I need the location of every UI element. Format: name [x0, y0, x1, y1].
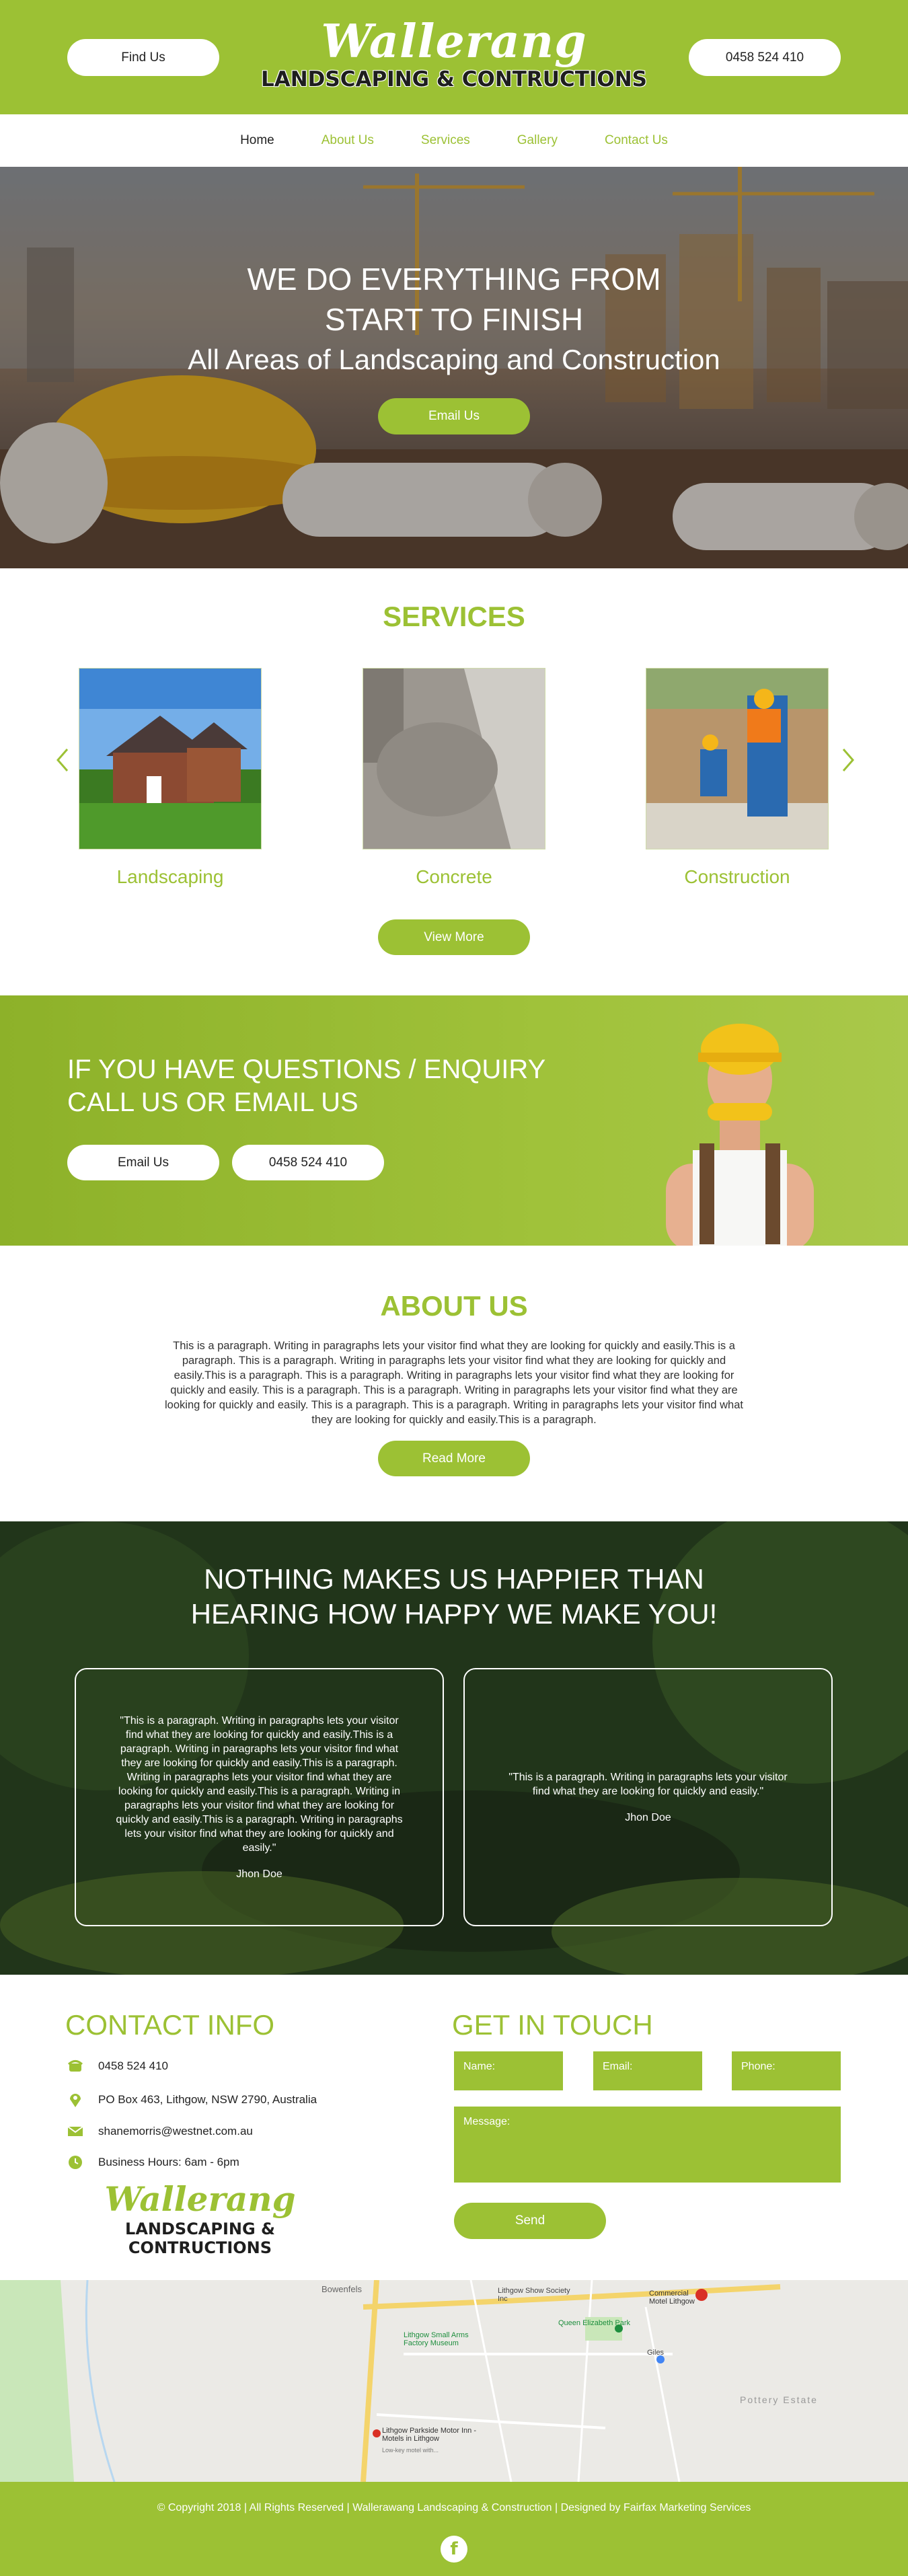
contact-email-row: shanemorris@westnet.com.au	[67, 2123, 253, 2139]
site-header: Find Us Wallerang LANDSCAPING & CONTRUCT…	[0, 0, 908, 114]
email-field[interactable]: Email:	[593, 2051, 702, 2090]
map-label: Bowenfels	[321, 2284, 362, 2294]
service-label-landscaping[interactable]: Landscaping	[79, 866, 262, 888]
worker-image	[666, 1024, 814, 1246]
testimonials-section: NOTHING MAKES US HAPPIER THAN HEARING HO…	[0, 1521, 908, 1975]
view-more-button[interactable]: View More	[378, 919, 530, 955]
nav-services[interactable]: Services	[421, 133, 470, 148]
footer-logo-subtitle: LANDSCAPING & CONTRUCTIONS	[125, 2220, 275, 2257]
name-field[interactable]: Name:	[454, 2051, 563, 2090]
chevron-right-icon[interactable]	[841, 747, 857, 780]
contact-address: PO Box 463, Lithgow, NSW 2790, Australia	[98, 2093, 317, 2106]
cta-phone-button[interactable]: 0458 524 410	[232, 1145, 384, 1180]
testimonial-quote: "This is a paragraph. Writing in paragra…	[116, 1714, 403, 1854]
phone-icon	[67, 2058, 83, 2074]
chevron-left-icon[interactable]	[54, 747, 70, 780]
location-map[interactable]: Bowenfels Lithgow Show Society Inc Comme…	[0, 2280, 908, 2482]
testimonial-quote: "This is a paragraph. Writing in paragra…	[508, 1771, 788, 1797]
testimonials-heading-line1: NOTHING MAKES US HAPPIER THAN	[204, 1563, 704, 1595]
contact-info-title: CONTACT INFO	[65, 2009, 275, 2041]
read-more-button[interactable]: Read More	[378, 1441, 530, 1476]
contact-phone-row: 0458 524 410	[67, 2058, 168, 2074]
header-phone-button[interactable]: 0458 524 410	[689, 39, 841, 76]
site-footer: © Copyright 2018 | All Rights Reserved |…	[0, 2482, 908, 2576]
nav-about-us[interactable]: About Us	[321, 133, 374, 148]
service-label-concrete[interactable]: Concrete	[363, 866, 545, 888]
cta-heading-line1: IF YOU HAVE QUESTIONS / ENQUIRY	[67, 1055, 546, 1084]
phone-field[interactable]: Phone:	[732, 2051, 841, 2090]
nav-home[interactable]: Home	[240, 133, 274, 148]
contact-hours-row: Business Hours: 6am - 6pm	[67, 2154, 239, 2170]
about-paragraph: This is a paragraph. Writing in paragrap…	[165, 1340, 743, 1426]
contact-email[interactable]: shanemorris@westnet.com.au	[98, 2125, 253, 2138]
copyright-text: © Copyright 2018 | All Rights Reserved |…	[157, 2502, 751, 2513]
map-label: Lithgow Parkside Motor Inn - Motels in L…	[382, 2427, 477, 2443]
map-label: Queen Elizabeth Park	[558, 2319, 631, 2327]
testimonial-card: "This is a paragraph. Writing in paragra…	[75, 1668, 444, 1926]
hero-email-button[interactable]: Email Us	[378, 398, 530, 434]
get-in-touch-title: GET IN TOUCH	[452, 2009, 653, 2041]
envelope-icon	[67, 2123, 83, 2139]
map-label: Lithgow Show Society Inc	[498, 2287, 570, 2303]
about-title: ABOUT US	[380, 1290, 528, 1322]
testimonial-author: Jhon Doe	[236, 1868, 282, 1880]
message-field[interactable]: Message:	[454, 2107, 841, 2183]
service-image-construction[interactable]	[646, 668, 829, 849]
cta-email-button[interactable]: Email Us	[67, 1145, 219, 1180]
service-label-construction[interactable]: Construction	[646, 866, 829, 888]
cta-heading-line2: CALL US OR EMAIL US	[67, 1088, 358, 1117]
hero-subheading: All Areas of Landscaping and Constructio…	[188, 344, 720, 375]
facebook-icon[interactable]: f	[441, 2536, 467, 2563]
contact-address-row: PO Box 463, Lithgow, NSW 2790, Australia	[67, 2092, 317, 2108]
map-label: Lithgow Small Arms Factory Museum	[404, 2331, 469, 2347]
map-label: Giles	[647, 2349, 665, 2357]
hero-banner: WE DO EVERYTHING FROM START TO FINISH Al…	[0, 167, 908, 568]
footer-logo-script: Wallerang	[104, 2179, 296, 2219]
clock-icon	[67, 2154, 83, 2170]
hero-heading-line1: WE DO EVERYTHING FROM	[247, 262, 661, 297]
testimonials-heading-line2: HEARING HOW HAPPY WE MAKE YOU!	[190, 1598, 718, 1630]
cta-band: IF YOU HAVE QUESTIONS / ENQUIRY CALL US …	[0, 995, 908, 1246]
main-nav: Home About Us Services Gallery Contact U…	[0, 114, 908, 167]
map-tiles	[0, 2280, 908, 2482]
services-title: SERVICES	[383, 601, 525, 632]
service-image-concrete[interactable]	[363, 668, 545, 849]
testimonial-author: Jhon Doe	[625, 1811, 671, 1823]
send-button[interactable]: Send	[454, 2203, 606, 2239]
map-pin-icon	[67, 2092, 83, 2108]
nav-gallery[interactable]: Gallery	[517, 133, 558, 148]
map-label: Low-key motel with...	[382, 2447, 439, 2454]
map-label: Commercial Motel Lithgow	[649, 2289, 695, 2306]
contact-hours: Business Hours: 6am - 6pm	[98, 2156, 239, 2168]
nav-contact-us[interactable]: Contact Us	[605, 133, 668, 148]
map-label: Pottery Estate	[740, 2394, 818, 2405]
service-image-landscaping[interactable]	[79, 668, 262, 849]
contact-phone[interactable]: 0458 524 410	[98, 2059, 168, 2073]
testimonial-card: "This is a paragraph. Writing in paragra…	[463, 1668, 833, 1926]
hero-heading-line2: START TO FINISH	[324, 302, 584, 337]
